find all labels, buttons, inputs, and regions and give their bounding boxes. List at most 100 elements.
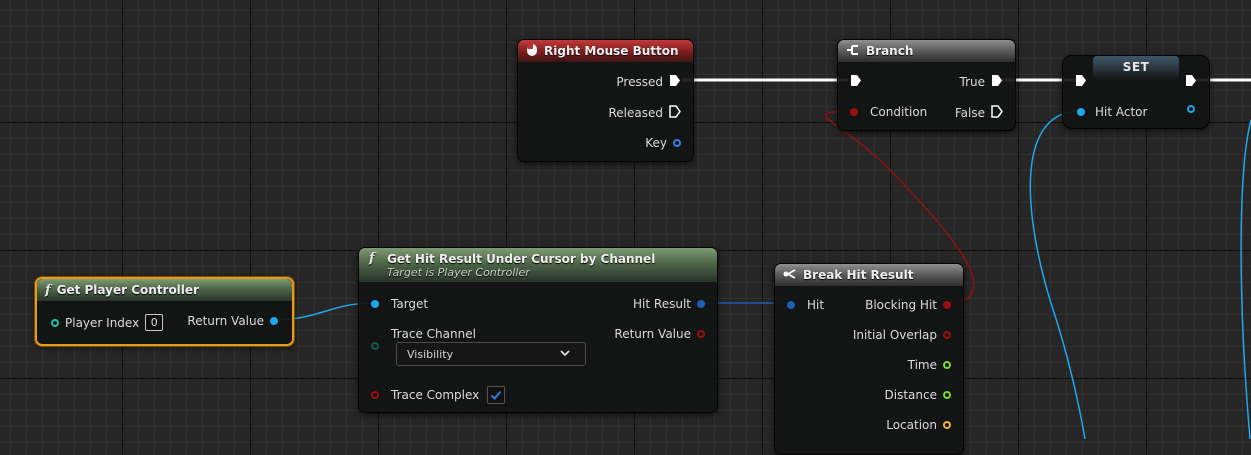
pin-key[interactable]: Key [645,136,681,150]
node-branch[interactable]: Branch True Condition False [837,39,1016,131]
node-title: Get Player Controller [56,283,199,297]
object-wire-hit-actor-in [1029,110,1086,439]
pin-hit-result[interactable]: Hit Result [633,297,705,311]
dropdown-value: Visibility [407,347,454,361]
object-pin-icon[interactable] [1077,108,1085,116]
pin-initial-overlap[interactable]: Initial Overlap [853,328,951,342]
pin-label: Time [907,358,937,372]
object-wire-hit-actor-out [1240,119,1251,439]
pin-exec-in[interactable] [1075,74,1087,90]
pin-trace-channel[interactable] [371,342,379,350]
chevron-down-icon [559,348,571,361]
checkmark-icon [491,390,502,400]
node-break-hit-result[interactable]: Break Hit Result Hit Blocking Hit Initia… [774,263,964,455]
pin-time[interactable]: Time [908,358,951,372]
struct-pin-icon[interactable] [697,300,705,308]
pin-blocking-hit[interactable]: Blocking Hit [865,298,951,312]
pin-label: True [959,75,986,89]
node-title: Right Mouse Button [544,44,679,58]
pin-label: Hit Result [633,297,691,311]
branch-icon [846,44,860,59]
pin-hit[interactable]: Hit [787,298,824,312]
node-subtitle: Target is Player Controller [387,265,530,279]
pin-label: Released [608,106,663,120]
exec-pin-icon[interactable] [1185,74,1197,90]
player-index-input[interactable]: 0 [145,314,164,331]
pin-label: Return Value [187,314,264,328]
node-header[interactable]: Break Hit Result [775,264,963,286]
pin-target[interactable]: Target [371,297,428,311]
trace-channel-dropdown[interactable]: Visibility [396,342,586,366]
pin-hit-actor[interactable]: Hit Actor [1077,105,1147,119]
pin-false[interactable]: False [955,105,1003,121]
struct-pin-icon[interactable] [787,301,795,309]
object-pin-icon[interactable] [1187,105,1195,113]
pin-player-index[interactable]: Player Index 0 [51,314,164,331]
function-icon: f [369,251,375,266]
pin-label: Key [645,136,667,150]
pin-label: Hit Actor [1095,105,1148,119]
pin-trace-channel-label: Trace Channel [391,327,476,341]
pin-hit-actor-out[interactable] [1187,105,1195,113]
object-pin-icon[interactable] [371,300,379,308]
pin-return-value[interactable]: Return Value [614,327,705,341]
vector-pin-icon[interactable] [943,421,951,429]
bool-pin-icon[interactable] [371,391,379,399]
break-struct-icon [783,268,797,283]
exec-pin-icon[interactable] [991,74,1003,90]
float-pin-icon[interactable] [943,391,951,399]
node-title: Branch [866,44,914,58]
pin-label: Hit [807,298,825,312]
pin-label: Target [391,297,429,311]
mouse-icon [526,43,538,60]
pin-label: Distance [884,388,937,402]
function-icon: f [45,282,51,298]
node-get-hit-result-under-cursor[interactable]: f Get Hit Result Under Cursor by Channel… [358,247,718,413]
node-right-mouse-button[interactable]: Right Mouse Button Pressed Released Key [517,39,694,162]
node-get-player-controller[interactable]: f Get Player Controller Player Index 0 R… [35,277,294,346]
pin-label: Player Index [65,315,140,330]
pin-label: Blocking Hit [865,298,937,312]
trace-complex-checkbox[interactable] [487,386,506,404]
pin-return-value[interactable]: Return Value [187,314,278,328]
bool-pin-icon[interactable] [850,108,858,116]
pin-label: Trace Complex [391,388,480,402]
pin-label: Location [886,418,937,432]
node-header[interactable]: f Get Player Controller [37,279,292,301]
int-pin-icon[interactable] [51,318,59,327]
node-header[interactable]: Branch [838,40,1015,62]
pin-exec-in[interactable] [850,74,862,90]
float-pin-icon[interactable] [943,361,951,369]
bool-pin-icon[interactable] [943,301,951,309]
enum-pin-icon[interactable] [371,342,379,350]
pin-label: Condition [870,105,928,119]
pin-exec-out[interactable] [1185,74,1197,90]
exec-pin-icon[interactable] [850,74,862,90]
exec-pin-icon[interactable] [669,105,681,121]
node-header[interactable]: Right Mouse Button [518,40,693,62]
pin-pressed[interactable]: Pressed [616,74,681,90]
exec-pin-icon[interactable] [669,74,681,90]
bool-pin-icon[interactable] [697,330,705,338]
node-set[interactable]: SET Hit Actor [1062,55,1210,129]
node-title: Get Hit Result Under Cursor by Channel [387,251,656,266]
pin-released[interactable]: Released [608,105,681,121]
object-pin-icon[interactable] [270,317,278,325]
key-pin-icon[interactable] [673,139,681,147]
pin-label: False [954,106,985,120]
node-title: SET [1122,60,1150,74]
pin-label: Trace Channel [391,327,476,341]
node-title: Break Hit Result [803,268,914,282]
pin-true[interactable]: True [960,74,1004,90]
node-header[interactable]: f Get Hit Result Under Cursor by Channel… [359,248,717,282]
pin-distance[interactable]: Distance [885,388,951,402]
pin-label: Return Value [614,327,691,341]
pin-location[interactable]: Location [886,418,951,432]
pin-trace-complex[interactable]: Trace Complex [371,386,506,404]
exec-pin-icon[interactable] [991,105,1003,121]
pin-label: Initial Overlap [852,328,937,342]
pin-condition[interactable]: Condition [850,105,927,119]
bool-pin-icon[interactable] [943,331,951,339]
exec-pin-icon[interactable] [1075,74,1087,90]
pin-label: Pressed [616,75,663,89]
